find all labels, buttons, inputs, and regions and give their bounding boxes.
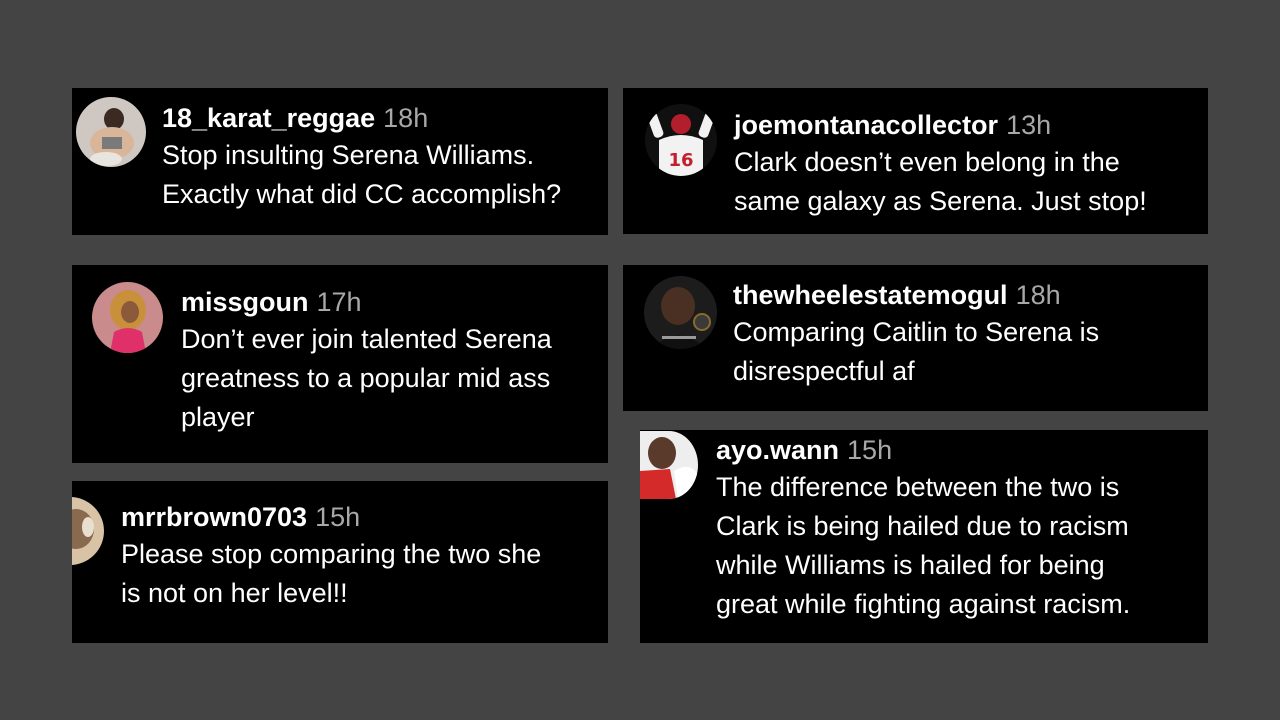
- username[interactable]: missgoun: [181, 287, 309, 317]
- comment-card: 18_karat_reggae 18h Stop insulting Serena…: [72, 88, 608, 235]
- comment-text: Don’t ever join talented Serena greatnes…: [181, 324, 552, 432]
- comment-card: mrrbrown0703 15h Please stop comparing th…: [72, 481, 608, 643]
- comment-card: 16 joemontanacollector 13h Clark doesn’t …: [623, 88, 1208, 234]
- avatar[interactable]: [72, 497, 104, 565]
- timestamp: 18h: [383, 103, 429, 133]
- comment-card: ayo.wann 15h The difference between the t…: [640, 430, 1208, 643]
- avatar[interactable]: [640, 431, 698, 499]
- username[interactable]: 18_karat_reggae: [162, 103, 375, 133]
- timestamp: 15h: [315, 502, 361, 532]
- timestamp: 13h: [1006, 110, 1052, 140]
- username[interactable]: ayo.wann: [716, 435, 839, 465]
- username[interactable]: thewheelestatemogul: [733, 280, 1008, 310]
- timestamp: 17h: [316, 287, 362, 317]
- comment-card: missgoun 17h Don’t ever join talented Ser…: [72, 265, 608, 463]
- timestamp: 15h: [847, 435, 893, 465]
- comment-text: Comparing Caitlin to Serena is disrespec…: [733, 317, 1100, 386]
- comment-text: Stop insulting Serena Williams. Exactly …: [162, 140, 562, 209]
- timestamp: 18h: [1015, 280, 1061, 310]
- comment-text: The difference between the two is Clark …: [716, 472, 1131, 619]
- comment-card: thewheelestatemogul 18h Comparing Caitlin…: [623, 265, 1208, 411]
- comment-text: Please stop comparing the two she is not…: [121, 539, 542, 608]
- avatar[interactable]: [92, 282, 163, 353]
- username[interactable]: mrrbrown0703: [121, 502, 307, 532]
- comment-text: Clark doesn’t even belong in the same ga…: [734, 147, 1147, 216]
- username[interactable]: joemontanacollector: [734, 110, 998, 140]
- avatar[interactable]: [644, 276, 717, 349]
- avatar[interactable]: [76, 97, 146, 167]
- avatar[interactable]: 16: [645, 104, 717, 176]
- jersey-number: 16: [668, 150, 693, 171]
